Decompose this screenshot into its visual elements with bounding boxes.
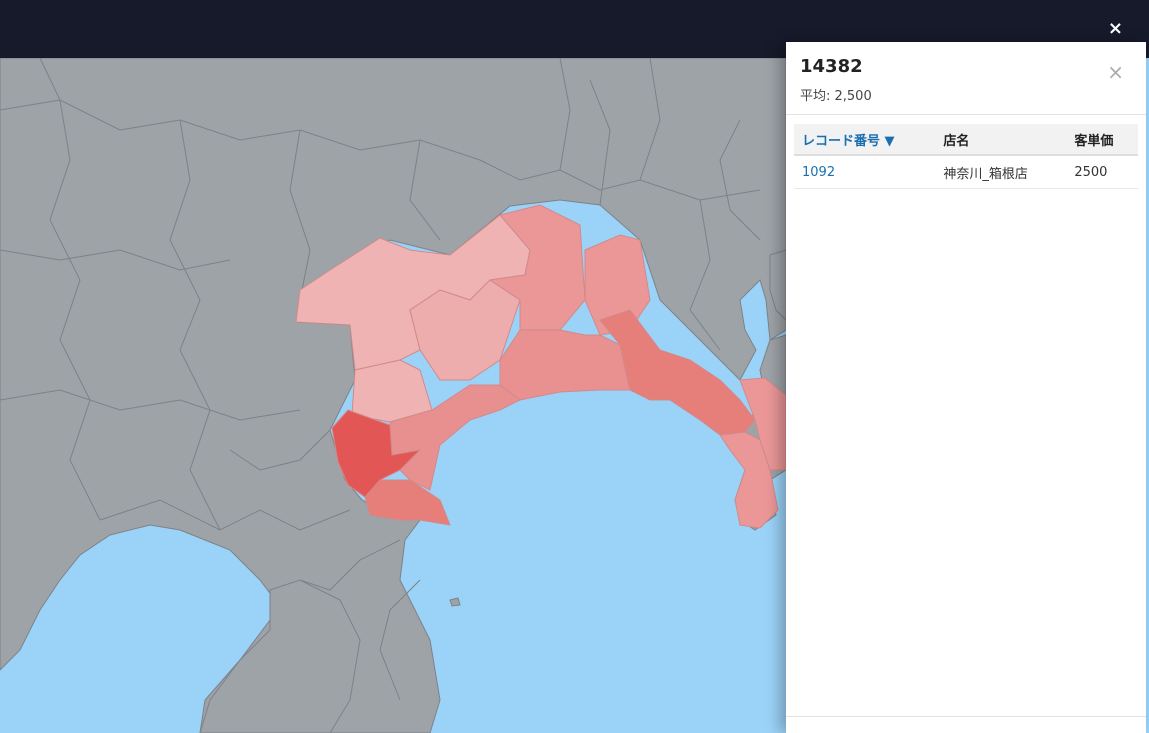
table-header-row: レコード番号 ▼ 店名 客単価 <box>794 124 1138 156</box>
land-izu <box>199 579 361 733</box>
unit-price-cell: 2500 <box>1066 155 1138 189</box>
detail-panel: 14382 平均: 2,500 × レコード番号 ▼ 店名 客単価 1092 神… <box>786 42 1146 733</box>
store-name-cell: 神奈川_箱根店 <box>935 155 1067 189</box>
close-icon[interactable]: × <box>1108 18 1123 40</box>
records-table: レコード番号 ▼ 店名 客単価 1092 神奈川_箱根店 2500 <box>794 124 1138 189</box>
record-number-link[interactable]: 1092 <box>794 155 936 189</box>
header-record-number[interactable]: レコード番号 ▼ <box>794 124 936 156</box>
header-unit-price[interactable]: 客単価 <box>1066 124 1138 156</box>
panel-header: 14382 平均: 2,500 × <box>786 42 1146 115</box>
region-light-center <box>351 359 433 423</box>
panel-footer-divider <box>786 716 1146 717</box>
panel-close-icon[interactable]: × <box>1107 62 1124 82</box>
panel-title: 14382 <box>800 56 863 77</box>
header-store-name[interactable]: 店名 <box>935 124 1067 156</box>
region-medium-3 <box>499 329 631 401</box>
table-row: 1092 神奈川_箱根店 2500 <box>794 155 1138 189</box>
island <box>449 597 461 607</box>
panel-average: 平均: 2,500 <box>800 89 872 104</box>
